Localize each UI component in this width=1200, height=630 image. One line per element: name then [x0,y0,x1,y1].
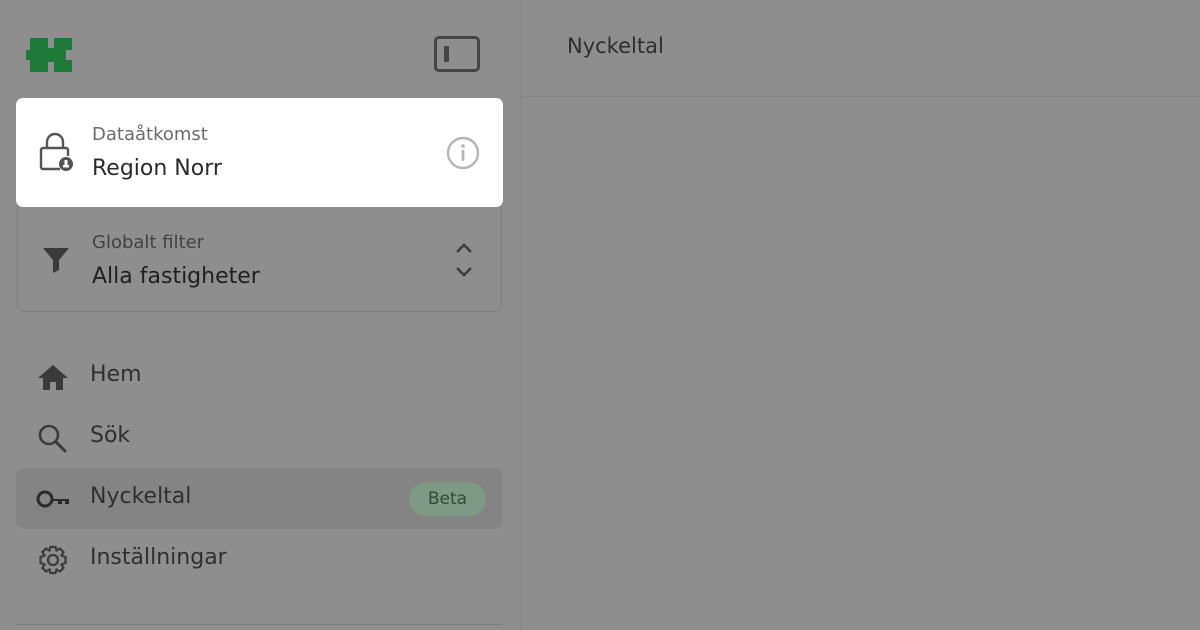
nav-item-sok[interactable]: Sök [16,407,503,468]
nav-item-label: Sök [90,423,131,448]
nav-item-hem[interactable]: Hem [16,346,503,407]
info-icon[interactable] [446,136,480,170]
lock-icon [39,132,73,171]
search-icon [38,424,67,453]
nav-item-label: Hem [90,362,142,387]
home-icon [38,365,68,390]
data-access-label: Dataåtkomst [92,124,208,145]
data-access-card[interactable]: Dataåtkomst Region Norr [16,98,503,207]
filter-icon [43,248,69,273]
top-bar: Nyckeltal [521,0,1200,97]
global-filter-value: Alla fastigheter [92,264,260,289]
nav-item-label: Nyckeltal [90,484,192,509]
divider [16,624,503,625]
sidebar-nav: Hem Sök Nyckeltal Beta Inställningar [16,346,503,590]
gear-icon [39,545,67,575]
nav-item-label: Inställningar [90,545,227,570]
sidebar: Dataåtkomst Region Norr Globalt filter A… [0,0,521,630]
chevron-updown-icon [456,243,472,277]
main-content: Nyckeltal [521,0,1200,630]
page-title: Nyckeltal [567,34,664,58]
global-filter-label: Globalt filter [92,232,205,253]
global-filter-select[interactable]: Globalt filter Alla fastigheter [17,206,502,312]
nav-item-nyckeltal[interactable]: Nyckeltal Beta [16,468,503,529]
logo-icon[interactable] [26,36,76,74]
key-icon [36,490,69,508]
nav-item-installningar[interactable]: Inställningar [16,529,503,590]
data-access-value: Region Norr [92,156,222,181]
beta-badge: Beta [409,482,486,516]
sidebar-toggle-icon[interactable] [434,36,480,72]
